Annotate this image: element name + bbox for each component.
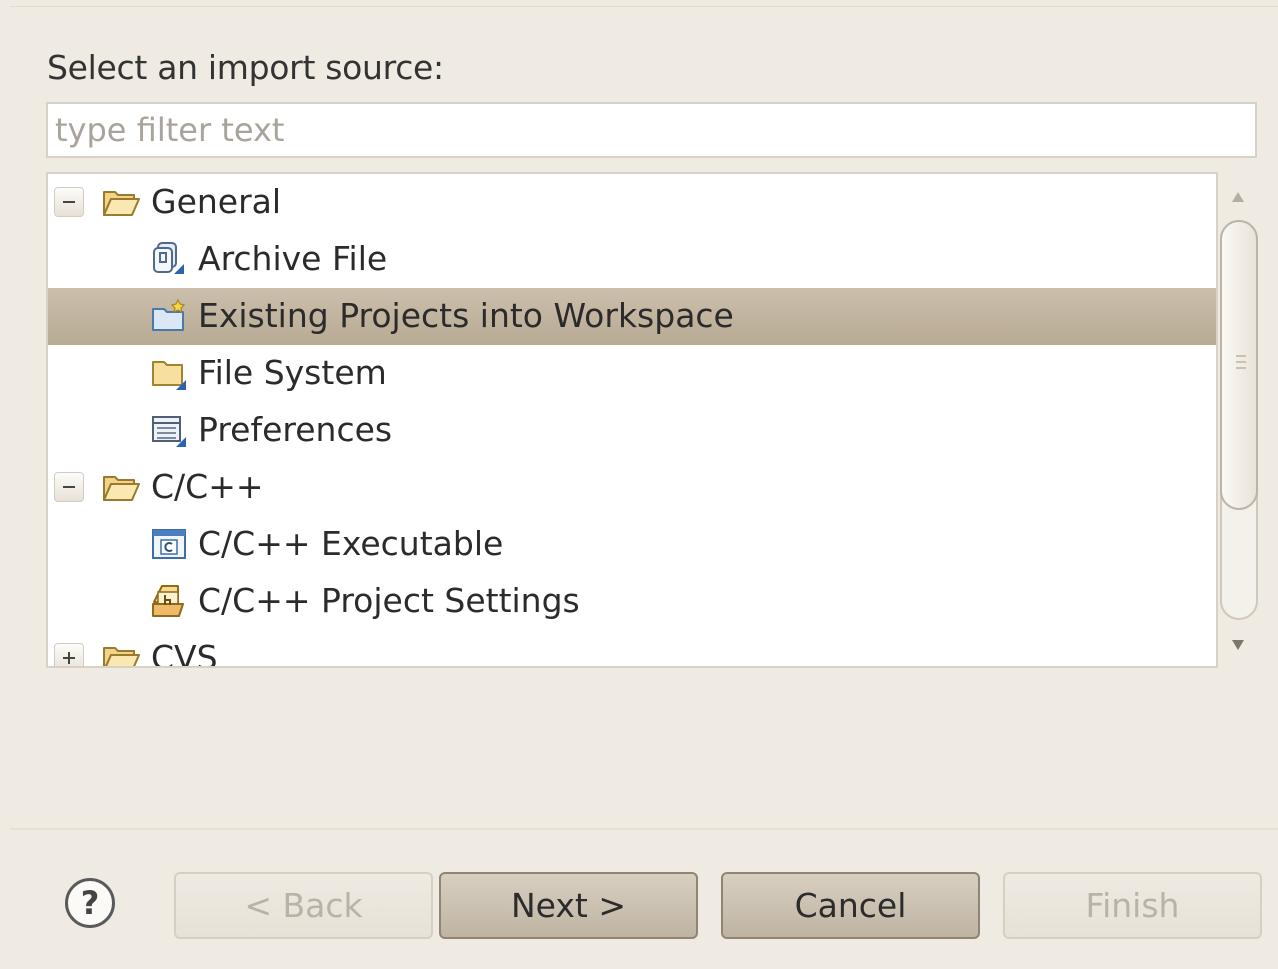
collapse-toggle[interactable]	[54, 187, 84, 217]
open-folder-icon	[103, 191, 140, 216]
finish-button[interactable]: Finish	[1003, 872, 1262, 939]
open-folder-icon	[103, 647, 140, 666]
file-system-icon	[152, 361, 186, 390]
filter-input[interactable]	[46, 102, 1257, 158]
import-source-tree[interactable]: General Archive File Existing Projects i…	[46, 172, 1218, 668]
thumb-grip	[1236, 367, 1246, 369]
tree-item-label: C/C++ Executable	[198, 524, 504, 563]
tree-item-cpp[interactable]: C/C++	[48, 459, 1216, 516]
open-folder-icon	[103, 476, 140, 501]
top-separator	[10, 6, 1278, 7]
scroll-up-arrow-icon[interactable]	[1232, 192, 1244, 202]
help-button[interactable]: ?	[65, 878, 115, 928]
tree-item-file-system[interactable]: File System	[48, 345, 1216, 402]
tree-item-cpp-executable[interactable]: C/C++ Executable	[48, 516, 1216, 573]
page-heading: Select an import source:	[47, 48, 444, 87]
next-button[interactable]: Next >	[439, 872, 698, 939]
scrollbar-thumb[interactable]	[1220, 220, 1258, 510]
button-bar-separator	[10, 828, 1278, 830]
cpp-project-settings-icon	[152, 585, 184, 617]
expand-toggle[interactable]	[54, 643, 84, 666]
tree-item-label: Existing Projects into Workspace	[198, 296, 734, 335]
tree-item-general[interactable]: General	[48, 174, 1216, 231]
tree-scrollbar[interactable]	[1220, 172, 1258, 668]
preferences-icon	[152, 416, 186, 447]
archive-file-icon	[153, 242, 184, 274]
tree-item-label: File System	[198, 353, 387, 392]
tree-item-label: CVS	[151, 638, 218, 668]
tree-item-label: C/C++	[151, 467, 264, 506]
scroll-down-arrow-icon[interactable]	[1232, 640, 1244, 650]
tree-item-archive-file[interactable]: Archive File	[48, 231, 1216, 288]
cancel-button[interactable]: Cancel	[721, 872, 980, 939]
tree-item-preferences[interactable]: Preferences	[48, 402, 1216, 459]
collapse-toggle[interactable]	[54, 472, 84, 502]
tree-item-existing-projects[interactable]: Existing Projects into Workspace	[48, 288, 1216, 345]
cpp-executable-icon	[152, 529, 186, 559]
tree-item-label: Preferences	[198, 410, 393, 449]
thumb-grip	[1236, 355, 1246, 357]
back-button[interactable]: < Back	[174, 872, 433, 939]
tree-item-cvs[interactable]: CVS	[48, 630, 1216, 668]
thumb-grip	[1236, 361, 1246, 363]
existing-projects-icon	[152, 298, 186, 331]
tree-item-label: General	[151, 182, 282, 221]
tree-item-label: Archive File	[198, 239, 388, 278]
tree-item-label: C/C++ Project Settings	[198, 581, 580, 620]
tree-item-cpp-project-settings[interactable]: C/C++ Project Settings	[48, 573, 1216, 630]
